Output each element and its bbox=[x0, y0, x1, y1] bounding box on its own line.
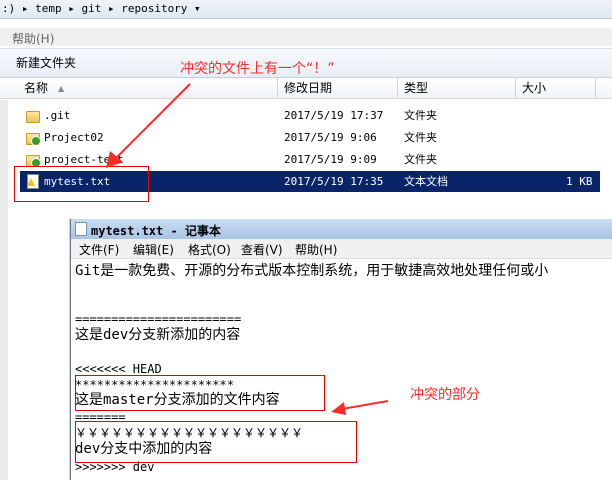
conflict-part-arrow bbox=[331, 400, 389, 415]
conflict-part-arrowhead bbox=[331, 402, 346, 415]
conflict-part-arrow-line bbox=[341, 400, 389, 410]
